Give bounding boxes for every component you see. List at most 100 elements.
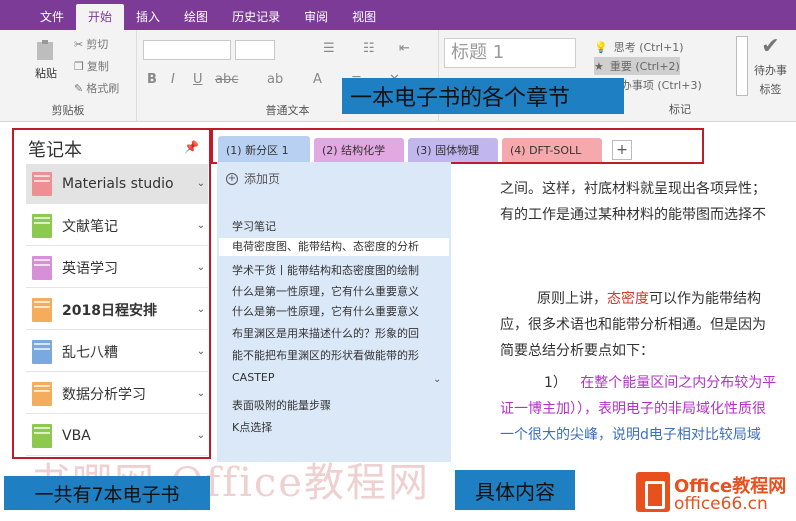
notebook-icon (32, 381, 52, 406)
highlight-icon[interactable]: ab (267, 72, 283, 87)
chevron-down-icon[interactable]: ⌄ (194, 430, 208, 441)
content-line: 应，很多术语也和能带分析相通。但是因为 (500, 317, 766, 333)
notebook-name: 英语学习 (62, 260, 118, 277)
strikethrough-icon[interactable]: abc (215, 72, 238, 87)
page-item[interactable]: 什么是第一性原理，它有什么重要意义 (232, 303, 419, 319)
font-size-select[interactable] (235, 40, 275, 60)
section-tab[interactable]: (1) 新分区 1 (218, 136, 310, 164)
bold-icon[interactable]: B (147, 72, 157, 87)
notebook-icon (32, 213, 52, 238)
font-color-icon[interactable]: A (313, 72, 322, 87)
notebook-item[interactable]: Materials studio ⌄ (26, 164, 208, 204)
add-page-label: 添加页 (244, 172, 281, 186)
page-item[interactable]: CASTEP (232, 371, 275, 384)
menu-tab[interactable]: 历史记录 (220, 4, 292, 30)
page-item[interactable]: K点选择 (232, 419, 272, 435)
cut-button[interactable]: ✂ 剪切 (74, 36, 108, 52)
page-item[interactable]: 能不能把布里渊区的形状看做能带的形 (232, 347, 419, 363)
paste-label: 粘贴 (35, 67, 57, 80)
menu-bar: 文件 开始 插入 绘图 历史记录 审阅 视图 (0, 0, 796, 30)
tag-important-label: 重要 (Ctrl+2) (609, 60, 680, 73)
chevron-down-icon[interactable]: ⌄ (194, 262, 208, 273)
outdent-icon[interactable]: ⇤ (399, 41, 410, 56)
menu-tab[interactable]: 开始 (76, 4, 125, 30)
content-line: 一个很大的尖峰，说明d电子相对比较局域 (500, 427, 761, 443)
notebook-icon (32, 423, 52, 448)
annotation-chapters: 一本电子书的各个章节 (342, 78, 624, 114)
notebook-item[interactable]: 乱七八糟 ⌄ (26, 332, 208, 372)
notebook-icon (32, 255, 52, 280)
page-item[interactable]: 学习笔记 (232, 218, 276, 234)
section-tab[interactable]: (2) 结构化学 (314, 138, 404, 162)
notebook-icon (32, 297, 52, 322)
annotation-content: 具体内容 (455, 470, 575, 510)
chevron-down-icon[interactable]: ⌄ (194, 178, 208, 189)
checkmark-icon: ✔ (761, 34, 780, 59)
pin-icon[interactable]: 📌 (184, 140, 199, 154)
menu-tab[interactable]: 插入 (124, 4, 172, 30)
chevron-down-icon[interactable]: ⌄ (194, 304, 208, 315)
add-section-button[interactable]: + (612, 140, 632, 160)
notebook-name: 数据分析学习 (62, 386, 146, 403)
content-line: 1） 在整个能量区间之内分布较为平 (544, 375, 777, 391)
clipboard-label: 剪贴板 (51, 104, 85, 117)
section-tab[interactable]: (4) DFT-SOLL (502, 138, 602, 162)
notebook-item[interactable]: 2018日程安排 ⌄ (26, 290, 208, 330)
numbered-list-icon[interactable]: ☷ (363, 41, 375, 56)
clipboard-group: 粘贴 ✂ 剪切 ❐ 复制 ✎ 格式刷 剪贴板 (0, 30, 137, 122)
font-family-select[interactable] (143, 40, 231, 60)
format-label: 格式刷 (86, 82, 120, 95)
chevron-down-icon[interactable]: ⌄ (194, 346, 208, 357)
section-tab[interactable]: (3) 固体物理 (408, 138, 498, 162)
notebook-name: VBA (62, 427, 91, 444)
italic-icon[interactable]: I (171, 72, 175, 87)
page-content: 之间。这样，衬底材料就呈现出各项异性； 有的工作是通过某种材料的能带图而选择不 … (460, 162, 796, 462)
content-line: 原则上讲，态密度可以作为能带结构 (537, 291, 761, 307)
style-select[interactable]: 标题 1 (444, 38, 576, 68)
page-item[interactable]: 布里渊区是用来描述什么的？形象的回 (232, 325, 419, 341)
tags-scroll[interactable] (736, 36, 748, 96)
add-page-button[interactable]: + 添加页 (226, 170, 280, 187)
add-circle-icon: + (226, 172, 238, 185)
content-line: 简要总结分析要点如下： (500, 343, 654, 359)
copy-label: 复制 (86, 60, 109, 73)
todo-tag-button[interactable]: ✔ 待办事 标签 (754, 34, 787, 97)
menu-tab[interactable]: 绘图 (172, 4, 220, 30)
todo-tag-label2: 标签 (759, 83, 782, 96)
list-icon[interactable]: ☰ (323, 41, 335, 56)
content-line: 有的工作是通过某种材料的能带图而选择不 (500, 207, 766, 223)
tag-important[interactable]: ★ 重要 (Ctrl+2) (594, 57, 680, 75)
brush-icon: ✎ (74, 81, 84, 95)
office-logo-icon (636, 472, 670, 512)
notebook-icon (32, 339, 52, 364)
menu-tab[interactable]: 视图 (340, 4, 388, 30)
annotation-books: 一共有7本电子书 (4, 476, 210, 510)
notebook-name: 乱七八糟 (62, 344, 118, 361)
underline-icon[interactable]: U (193, 72, 203, 87)
page-item[interactable]: 学术干货丨能带结构和态密度图的绘制 (232, 262, 419, 278)
page-item[interactable]: 表面吸附的能量步骤 (232, 397, 331, 413)
menu-tab[interactable]: 审阅 (292, 4, 340, 30)
notebook-name: 2018日程安排 (62, 302, 157, 319)
paste-button[interactable]: 粘贴 (34, 38, 58, 81)
chevron-down-icon[interactable]: ⌄ (194, 220, 208, 231)
page-item[interactable]: 什么是第一性原理，它有什么重要意义 (232, 283, 419, 299)
content-line: 之间。这样，衬底材料就呈现出各项异性； (500, 181, 766, 197)
chevron-down-icon[interactable]: ⌄ (194, 388, 208, 399)
notebook-icon (32, 171, 52, 196)
notebook-item[interactable]: 英语学习 ⌄ (26, 248, 208, 288)
copy-button[interactable]: ❐ 复制 (74, 58, 109, 74)
star-icon: ★ (594, 59, 604, 73)
notebook-item[interactable]: 文献笔记 ⌄ (26, 206, 208, 246)
notebook-title: 笔记本 (28, 140, 82, 161)
page-item[interactable]: 电荷密度图、能带结构、态密度的分析 (219, 238, 449, 256)
notebook-item[interactable]: 数据分析学习 ⌄ (26, 374, 208, 414)
notebook-panel: 笔记本 📌 Materials studio ⌄ 文献笔记 ⌄ 英语学习 ⌄ 2018日程安… (12, 128, 211, 459)
format-painter-button[interactable]: ✎ 格式刷 (74, 80, 119, 96)
notebook-name: 文献笔记 (62, 218, 118, 235)
tag-think[interactable]: 💡 思考 (Ctrl+1) (594, 38, 684, 56)
menu-tab[interactable]: 文件 (28, 4, 76, 30)
chevron-down-icon[interactable]: ⌄ (433, 374, 441, 385)
logo-url: office66.cn (674, 494, 768, 514)
paste-icon (37, 40, 53, 60)
